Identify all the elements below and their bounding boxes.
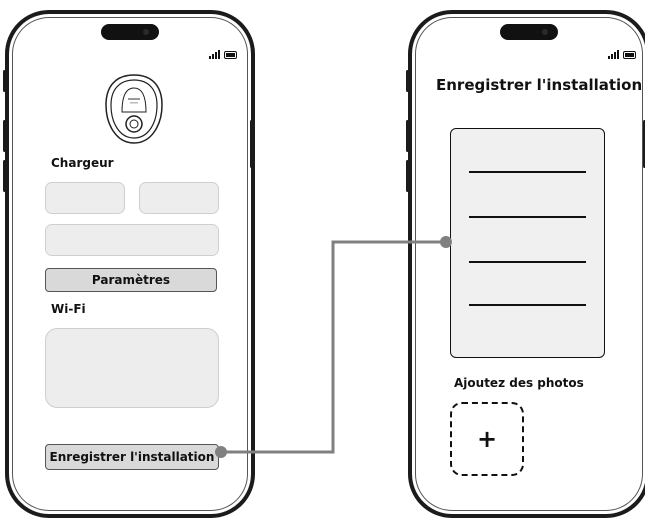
connector-end-dot [440,236,452,248]
connector-start-dot [215,446,227,458]
flow-connector [215,236,452,458]
